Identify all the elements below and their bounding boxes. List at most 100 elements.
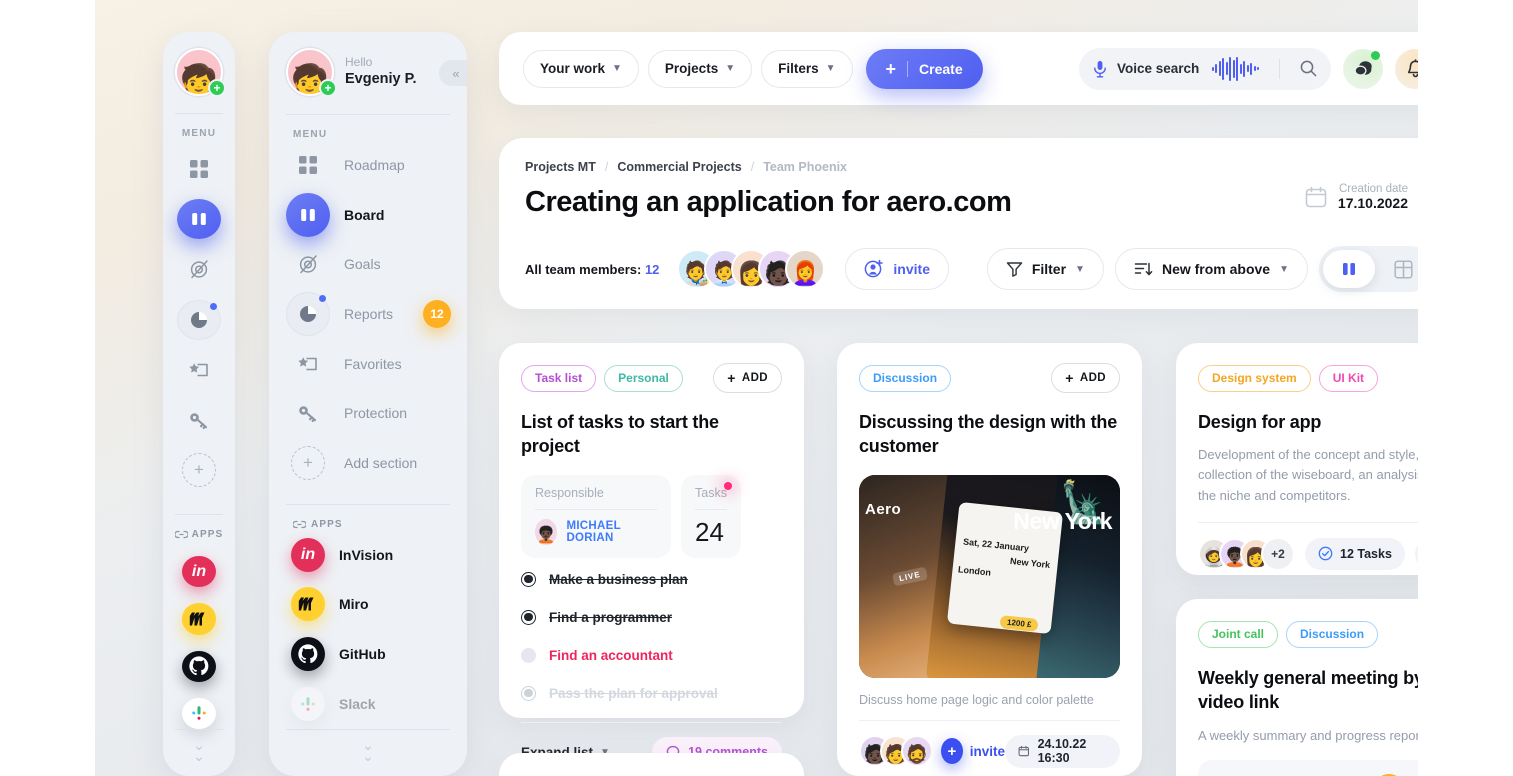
breadcrumb-item-2[interactable]: Commercial Projects (617, 160, 741, 174)
avatar-overflow-count[interactable]: +2 (1261, 536, 1295, 571)
sidebar-item-add-section[interactable]: + Add section (269, 438, 467, 488)
sort-button[interactable]: New from above ▼ (1114, 248, 1308, 290)
radio-icon[interactable] (521, 571, 536, 587)
add-button[interactable]: + ADD (713, 363, 782, 393)
mini-item-board[interactable] (177, 199, 221, 240)
breadcrumb-item-3[interactable]: Team Phoenix (763, 160, 847, 174)
todo-item[interactable]: Make a business plan (521, 563, 782, 596)
view-controls: Filter ▼ New from above ▼ (986, 246, 1433, 292)
reports-chart-icon (286, 291, 330, 336)
sidebar-app-slack[interactable]: Slack (269, 679, 467, 729)
notification-dot (210, 302, 217, 310)
sidebar-item-reports[interactable]: Reports 12 (269, 289, 467, 339)
radio-icon[interactable] (521, 647, 536, 663)
slack-icon (291, 686, 325, 721)
todo-item[interactable]: Find a programmer (521, 601, 782, 634)
card-tag[interactable]: Discussion (1286, 620, 1379, 648)
dropdown-label: Filters (778, 61, 819, 76)
voice-search-input[interactable]: Voice search (1079, 47, 1331, 90)
mini-avatar[interactable]: 🧒 + (175, 48, 226, 97)
chevron-double-down-icon[interactable]: ⌄ ⌄ (269, 730, 467, 776)
greeting-text: Hello (345, 54, 373, 69)
creation-date-text: Creation date 17.10.2022 (1338, 183, 1408, 211)
status-dot (1371, 50, 1380, 60)
tasks-chip[interactable]: 12 Tasks (1305, 537, 1405, 570)
aero-app-mockup-photo: 🗽 Aero New York Your Tikets Sat, 22 Janu… (859, 474, 1120, 678)
mini-app-github[interactable] (182, 650, 216, 682)
view-toggle-board[interactable] (1323, 250, 1375, 288)
mini-item-reports[interactable] (177, 299, 221, 340)
calendar-icon (1018, 745, 1030, 757)
sidebar-item-board[interactable]: Board (269, 190, 467, 240)
mini-app-invision[interactable]: in (182, 556, 216, 588)
sidebar: 🧒 + Hello Evgeniy P. « MENU Roadmap Boar… (269, 32, 467, 776)
favorites-star-icon (189, 363, 208, 377)
filter-button[interactable]: Filter ▼ (986, 248, 1104, 290)
todo-item[interactable]: Pass the plan for approval (521, 677, 782, 710)
radio-icon[interactable] (521, 609, 536, 625)
link-icon (293, 520, 306, 528)
mini-item-add-section[interactable]: + (177, 450, 221, 490)
sidebar-item-goals[interactable]: Goals (269, 239, 467, 289)
invite-button[interactable]: invite (845, 248, 949, 290)
sidebar-avatar[interactable]: 🧒 + (286, 48, 337, 97)
avatar[interactable]: 👩‍🦰 (785, 249, 826, 289)
card-tag[interactable]: Personal (604, 364, 683, 392)
card-tag[interactable]: Design system (1198, 364, 1311, 392)
grid-icon (190, 160, 208, 179)
messages-button[interactable] (1343, 48, 1383, 89)
todo-label: Find an accountant (549, 647, 673, 663)
responsible-person[interactable]: 🧑🏿‍🦱 MICHAEL DORIAN (535, 518, 657, 545)
avatar-add-badge[interactable]: + (208, 79, 226, 97)
sidebar-item-favorites[interactable]: Favorites (269, 339, 467, 389)
invite-plus-button[interactable]: + (941, 738, 963, 765)
sidebar-item-protection[interactable]: Protection (269, 388, 467, 438)
card-tag[interactable]: Task list (521, 364, 597, 392)
miro-icon (291, 587, 325, 622)
todo-item[interactable]: Find an accountant (521, 639, 782, 672)
avatar-add-badge[interactable]: + (319, 79, 337, 97)
check-circle-icon (1318, 546, 1333, 561)
sidebar-app-github[interactable]: GitHub (269, 629, 467, 679)
mini-menu-label: MENU (181, 127, 217, 139)
card-tag[interactable]: Discussion (859, 364, 952, 392)
projects-dropdown[interactable]: Projects ▼ (647, 49, 753, 88)
dropdown-label: Projects (664, 61, 719, 76)
discussion-card[interactable]: Discussion + ADD Discussing the design w… (837, 343, 1142, 776)
mini-app-slack[interactable] (182, 697, 216, 729)
mini-item-goals[interactable] (177, 249, 221, 289)
add-button[interactable]: + ADD (1051, 363, 1120, 393)
grid-view-icon (1393, 259, 1413, 279)
create-button[interactable]: + Create (865, 48, 983, 89)
mini-app-miro[interactable] (182, 603, 216, 635)
calendar-icon (1305, 186, 1327, 208)
breadcrumb-separator: / (750, 160, 755, 174)
divider (859, 719, 1120, 721)
invite-label[interactable]: invite (970, 744, 1005, 759)
avatar[interactable]: 🧔 (901, 735, 933, 768)
radio-icon[interactable] (521, 685, 536, 701)
sidebar-app-invision[interactable]: in InVision (269, 530, 467, 580)
chevron-double-down-icon[interactable]: ⌄ ⌄ (193, 730, 205, 776)
goals-target-icon (190, 260, 208, 279)
card-tag[interactable]: UI Kit (1318, 364, 1379, 392)
mini-item-roadmap[interactable] (177, 149, 221, 189)
your-work-dropdown[interactable]: Your work ▼ (523, 49, 639, 88)
meeting-date-chip[interactable]: 24.10.22 16:30 (1005, 734, 1120, 768)
card-tag[interactable]: Joint call (1198, 620, 1279, 648)
alert-dot (724, 481, 732, 490)
chevron-down-icon: ▼ (1075, 263, 1085, 275)
partial-card-below[interactable] (499, 753, 804, 776)
responsible-box: Responsible 🧑🏿‍🦱 MICHAEL DORIAN (521, 474, 671, 558)
mini-apps-label: APPS (174, 529, 224, 540)
sidebar-collapse-button[interactable]: « (439, 60, 467, 86)
sidebar-app-miro[interactable]: Miro (269, 580, 467, 630)
mini-item-favorites[interactable] (177, 350, 221, 390)
mini-item-protection[interactable] (177, 400, 221, 440)
board-icon (286, 192, 330, 237)
task-list-card[interactable]: Task list Personal + ADD List of tasks t… (499, 343, 804, 768)
dropdown-label: Your work (540, 61, 606, 76)
sidebar-item-roadmap[interactable]: Roadmap (269, 140, 467, 190)
filters-dropdown[interactable]: Filters ▼ (761, 49, 853, 88)
breadcrumb-item-1[interactable]: Projects MT (525, 160, 596, 174)
